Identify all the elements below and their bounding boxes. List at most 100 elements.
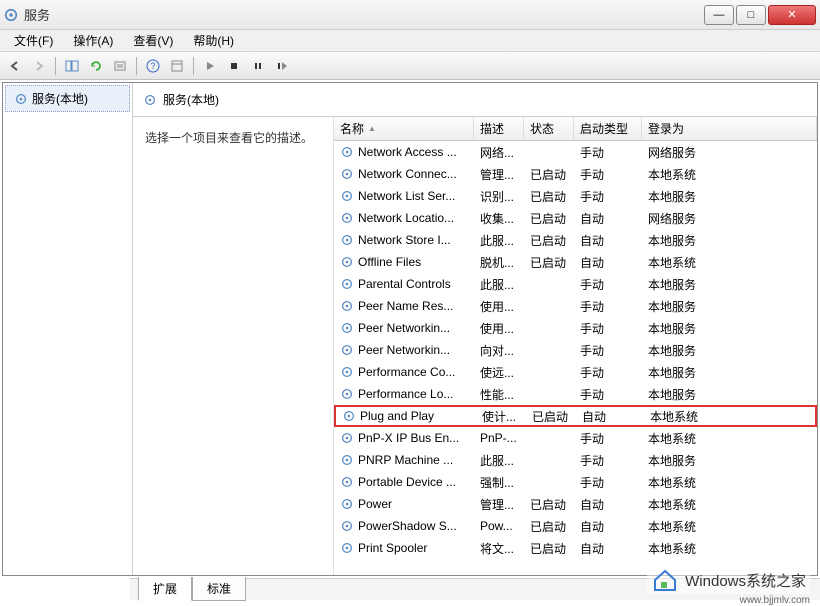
column-header-logon[interactable]: 登录为 [642,117,817,140]
table-row[interactable]: Plug and Play使计...已启动自动本地系统 [334,405,817,427]
services-list[interactable]: 名称▲ 描述 状态 启动类型 登录为 Network Access ...网络.… [333,117,817,575]
service-desc: Pow... [474,519,524,533]
service-desc: 管理... [474,166,524,183]
table-row[interactable]: Network Locatio...收集...已启动自动网络服务 [334,207,817,229]
tab-extended[interactable]: 扩展 [138,577,192,601]
back-button[interactable] [4,55,26,77]
column-header-desc[interactable]: 描述 [474,117,524,140]
table-row[interactable]: PnP-X IP Bus En...PnP-...手动本地系统 [334,427,817,449]
menu-file[interactable]: 文件(F) [4,30,63,51]
toolbar-separator [55,57,56,75]
table-row[interactable]: Network List Ser...识别...已启动手动本地服务 [334,185,817,207]
service-logon: 本地系统 [642,254,817,271]
gear-icon [14,92,28,106]
column-header-start[interactable]: 启动类型 [574,117,642,140]
tree-root-services[interactable]: 服务(本地) [5,85,130,112]
details-title: 服务(本地) [163,91,219,108]
table-body: Network Access ...网络...手动网络服务Network Con… [334,141,817,559]
service-name: Network List Ser... [358,189,455,203]
pause-service-button[interactable] [247,55,269,77]
service-status: 已启动 [524,210,574,227]
show-hide-tree-button[interactable] [61,55,83,77]
forward-button[interactable] [28,55,50,77]
column-header-name[interactable]: 名称▲ [334,117,474,140]
service-status: 已启动 [524,188,574,205]
refresh-button[interactable] [85,55,107,77]
service-start-type: 自动 [574,540,642,557]
service-name: Peer Networkin... [358,321,450,335]
table-row[interactable]: Portable Device ...强制...手动本地系统 [334,471,817,493]
service-start-type: 手动 [574,386,642,403]
table-row[interactable]: PNRP Machine ...此服...手动本地服务 [334,449,817,471]
service-start-type: 手动 [574,188,642,205]
service-start-type: 手动 [574,144,642,161]
service-desc: 将文... [474,540,524,557]
service-name: Plug and Play [360,409,434,423]
minimize-button[interactable]: — [704,5,734,25]
restart-service-button[interactable] [271,55,293,77]
table-row[interactable]: Performance Co...使远...手动本地服务 [334,361,817,383]
table-row[interactable]: Performance Lo... 性能... 手动本地服务 [334,383,817,405]
service-desc: 使用... [474,320,524,337]
gear-icon [340,321,354,335]
table-row[interactable]: Offline Files脱机...已启动自动本地系统 [334,251,817,273]
service-desc: 向对... [474,342,524,359]
gear-icon [340,167,354,181]
table-row[interactable]: Peer Networkin...向对...手动本地服务 [334,339,817,361]
table-row[interactable]: Network Access ...网络...手动网络服务 [334,141,817,163]
stop-service-button[interactable] [223,55,245,77]
service-name: Peer Name Res... [358,299,453,313]
export-list-button[interactable] [109,55,131,77]
service-desc: 此服... [474,452,524,469]
console-tree: 服务(本地) [3,83,133,575]
service-logon: 本地服务 [642,342,817,359]
gear-icon [340,299,354,313]
service-name: Offline Files [358,255,421,269]
maximize-button[interactable]: □ [736,5,766,25]
service-status: 已启动 [526,408,576,425]
service-logon: 本地服务 [642,386,817,403]
close-button[interactable]: ✕ [768,5,816,25]
service-start-type: 自动 [574,210,642,227]
menu-action[interactable]: 操作(A) [63,30,123,51]
service-status: 已启动 [524,496,574,513]
column-header-status[interactable]: 状态 [524,117,574,140]
details-header: 服务(本地) [133,83,817,117]
table-row[interactable]: Power管理...已启动自动本地系统 [334,493,817,515]
service-desc: 使计... [476,408,526,425]
service-start-type: 手动 [574,474,642,491]
table-row[interactable]: Network Connec...管理...已启动手动本地系统 [334,163,817,185]
gear-icon [340,343,354,357]
table-row[interactable]: Print Spooler将文...已启动自动本地系统 [334,537,817,559]
service-name: Peer Networkin... [358,343,450,357]
service-name: Performance Lo... [358,387,453,401]
service-name: Print Spooler [358,541,427,555]
table-row[interactable]: Peer Name Res...使用...手动本地服务 [334,295,817,317]
start-service-button[interactable] [199,55,221,77]
table-row[interactable]: PowerShadow S...Pow...已启动自动本地系统 [334,515,817,537]
tab-standard[interactable]: 标准 [192,577,246,601]
service-name: Network Store I... [358,233,451,247]
service-logon: 本地服务 [642,452,817,469]
details-pane: 服务(本地) 选择一个项目来查看它的描述。 名称▲ 描述 状态 启动类型 登录为… [133,83,817,575]
service-logon: 本地系统 [642,496,817,513]
service-desc: 脱机... [474,254,524,271]
table-row[interactable]: Network Store I...此服...已启动自动本地服务 [334,229,817,251]
table-row[interactable]: Parental Controls此服...手动本地服务 [334,273,817,295]
menu-help[interactable]: 帮助(H) [183,30,244,51]
gear-icon [340,233,354,247]
service-logon: 本地系统 [644,408,815,425]
help-button[interactable]: ? [142,55,164,77]
service-name: Network Access ... [358,145,457,159]
properties-button[interactable] [166,55,188,77]
menu-view[interactable]: 查看(V) [123,30,183,51]
gear-icon [340,189,354,203]
service-logon: 本地系统 [642,166,817,183]
table-row[interactable]: Peer Networkin...使用...手动本地服务 [334,317,817,339]
service-desc: 性能... [474,386,524,403]
service-status: 已启动 [524,540,574,557]
content-area: 服务(本地) 服务(本地) 选择一个项目来查看它的描述。 名称▲ 描述 状态 启… [2,82,818,576]
service-start-type: 手动 [574,452,642,469]
gear-icon [340,475,354,489]
service-desc: 使远... [474,364,524,381]
